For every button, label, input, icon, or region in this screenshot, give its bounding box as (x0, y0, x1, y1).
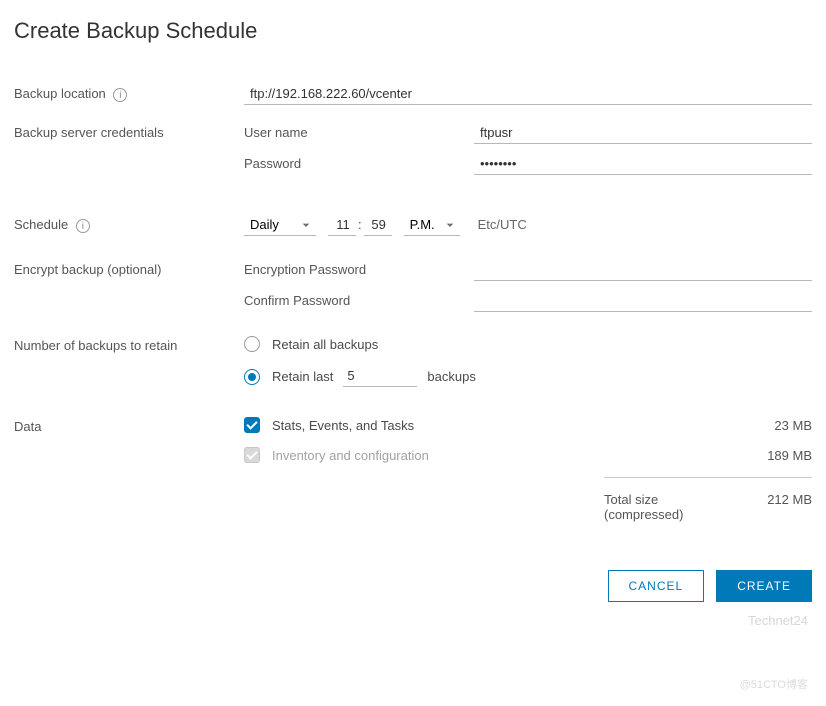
schedule-minute-input[interactable] (364, 215, 392, 236)
stats-checkbox[interactable] (244, 417, 260, 433)
schedule-ampm-select[interactable]: P.M. (404, 215, 460, 236)
inventory-label: Inventory and configuration (272, 448, 732, 463)
label-retain: Number of backups to retain (14, 336, 244, 353)
label-username: User name (244, 123, 474, 140)
time-colon: : (356, 217, 364, 232)
retain-last-post: backups (427, 369, 475, 384)
schedule-timezone: Etc/UTC (478, 217, 527, 232)
schedule-frequency-select[interactable]: Daily (244, 215, 316, 236)
page-title: Create Backup Schedule (14, 18, 812, 44)
blog-watermark: @51CTO博客 (740, 676, 808, 692)
watermark: Technet24 (748, 613, 808, 628)
cancel-button[interactable]: CANCEL (608, 570, 705, 602)
retain-last-pre: Retain last (272, 369, 333, 384)
backup-location-input[interactable] (244, 84, 812, 105)
label-backup-location: Backup location i (14, 84, 244, 102)
schedule-hour-input[interactable] (328, 215, 356, 236)
retain-count-input[interactable] (343, 366, 417, 387)
label-data: Data (14, 417, 244, 434)
total-label: Total size (compressed) (604, 492, 732, 522)
encryption-password-input[interactable] (474, 260, 812, 281)
label-encryption-password: Encryption Password (244, 260, 474, 277)
label-schedule: Schedule i (14, 215, 244, 233)
inventory-checkbox (244, 447, 260, 463)
username-input[interactable] (474, 123, 812, 144)
label-password: Password (244, 154, 474, 171)
retain-all-radio[interactable] (244, 336, 260, 352)
retain-all-label: Retain all backups (272, 337, 378, 352)
total-size: 212 MB (732, 492, 812, 522)
info-icon[interactable]: i (76, 219, 90, 233)
create-button[interactable]: CREATE (716, 570, 812, 602)
retain-last-radio[interactable] (244, 369, 260, 385)
label-credentials: Backup server credentials (14, 123, 244, 140)
label-confirm-password: Confirm Password (244, 291, 474, 308)
stats-label: Stats, Events, and Tasks (272, 418, 732, 433)
info-icon[interactable]: i (113, 88, 127, 102)
confirm-password-input[interactable] (474, 291, 812, 312)
inventory-size: 189 MB (732, 448, 812, 463)
total-divider (604, 477, 812, 478)
stats-size: 23 MB (732, 418, 812, 433)
label-encrypt: Encrypt backup (optional) (14, 260, 244, 277)
password-input[interactable] (474, 154, 812, 175)
